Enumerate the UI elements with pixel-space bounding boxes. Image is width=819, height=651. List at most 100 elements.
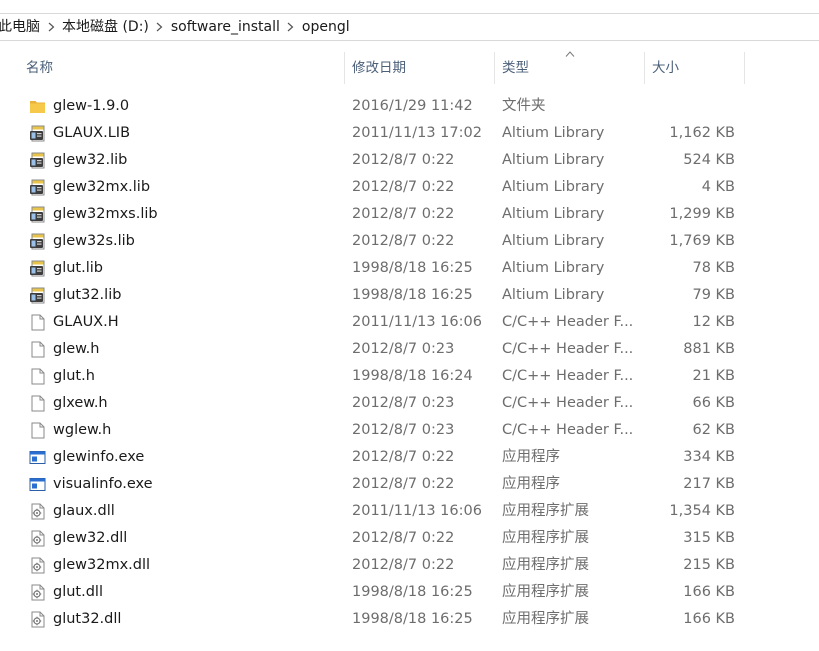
column-divider[interactable] — [744, 52, 745, 84]
file-name: glew-1.9.0 — [53, 98, 130, 114]
file-row[interactable]: glew32mx.dll 2012/8/7 0:22 应用程序扩展 215 KB — [0, 552, 819, 579]
file-type: 文件夹 — [502, 98, 546, 114]
file-size: 66 KB — [692, 395, 735, 411]
application-icon — [29, 476, 46, 493]
column-header-name[interactable]: 名称 — [18, 52, 344, 84]
file-size: 166 KB — [683, 611, 735, 627]
file-date: 1998/8/18 16:24 — [352, 368, 473, 384]
file-type: C/C++ Header F... — [502, 422, 634, 438]
header-file-icon — [29, 395, 46, 412]
file-row[interactable]: glew32mxs.lib 2012/8/7 0:22 Altium Libra… — [0, 201, 819, 228]
breadcrumb-this-pc[interactable]: 此电脑 — [0, 14, 43, 40]
file-name: glut32.dll — [53, 611, 122, 627]
file-row[interactable]: GLAUX.H 2011/11/13 16:06 C/C++ Header F.… — [0, 309, 819, 336]
library-icon — [29, 233, 46, 250]
file-size: 21 KB — [692, 368, 735, 384]
file-type: Altium Library — [502, 179, 605, 195]
file-date: 2016/1/29 11:42 — [352, 98, 473, 114]
chevron-right-icon[interactable] — [43, 14, 59, 40]
file-date: 2011/11/13 17:02 — [352, 125, 482, 141]
file-row[interactable]: glut32.dll 1998/8/18 16:25 应用程序扩展 166 KB — [0, 606, 819, 633]
file-row[interactable]: glew32.dll 2012/8/7 0:22 应用程序扩展 315 KB — [0, 525, 819, 552]
file-name: glewinfo.exe — [53, 449, 145, 465]
file-type: C/C++ Header F... — [502, 314, 634, 330]
folder-icon — [29, 98, 46, 115]
file-row[interactable]: visualinfo.exe 2012/8/7 0:22 应用程序 217 KB — [0, 471, 819, 498]
file-type: C/C++ Header F... — [502, 341, 634, 357]
file-row[interactable]: glxew.h 2012/8/7 0:23 C/C++ Header F... … — [0, 390, 819, 417]
column-header-size[interactable]: 大小 — [644, 52, 744, 84]
file-type: Altium Library — [502, 152, 605, 168]
file-row[interactable]: glut.lib 1998/8/18 16:25 Altium Library … — [0, 255, 819, 282]
file-type: Altium Library — [502, 125, 605, 141]
file-type: 应用程序 — [502, 449, 560, 465]
file-type: 应用程序 — [502, 476, 560, 492]
library-icon — [29, 206, 46, 223]
file-size: 1,162 KB — [669, 125, 735, 141]
address-bar[interactable]: 此电脑 本地磁盘 (D:) software_install opengl — [0, 13, 819, 41]
file-row[interactable]: glut32.lib 1998/8/18 16:25 Altium Librar… — [0, 282, 819, 309]
file-size: 217 KB — [683, 476, 735, 492]
file-name: GLAUX.H — [53, 314, 119, 330]
file-date: 2012/8/7 0:22 — [352, 152, 455, 168]
file-row[interactable]: glut.dll 1998/8/18 16:25 应用程序扩展 166 KB — [0, 579, 819, 606]
file-size: 1,299 KB — [669, 206, 735, 222]
file-size: 78 KB — [692, 260, 735, 276]
file-date: 1998/8/18 16:25 — [352, 287, 473, 303]
file-row[interactable]: glew-1.9.0 2016/1/29 11:42 文件夹 — [0, 93, 819, 120]
file-row[interactable]: glew32.lib 2012/8/7 0:22 Altium Library … — [0, 147, 819, 174]
chevron-right-icon[interactable] — [152, 14, 168, 40]
file-date: 1998/8/18 16:25 — [352, 611, 473, 627]
file-type: Altium Library — [502, 287, 605, 303]
file-date: 2011/11/13 16:06 — [352, 314, 482, 330]
file-row[interactable]: wglew.h 2012/8/7 0:23 C/C++ Header F... … — [0, 417, 819, 444]
file-date: 2012/8/7 0:22 — [352, 449, 455, 465]
file-name: glew32s.lib — [53, 233, 135, 249]
file-date: 2011/11/13 16:06 — [352, 503, 482, 519]
file-date: 2012/8/7 0:22 — [352, 476, 455, 492]
file-name: glut.h — [53, 368, 95, 384]
file-row[interactable]: GLAUX.LIB 2011/11/13 17:02 Altium Librar… — [0, 120, 819, 147]
library-icon — [29, 287, 46, 304]
file-name: glut.dll — [53, 584, 103, 600]
file-type: C/C++ Header F... — [502, 395, 634, 411]
header-file-icon — [29, 314, 46, 331]
file-date: 1998/8/18 16:25 — [352, 584, 473, 600]
file-row[interactable]: glewinfo.exe 2012/8/7 0:22 应用程序 334 KB — [0, 444, 819, 471]
file-size: 79 KB — [692, 287, 735, 303]
dll-icon — [29, 530, 46, 547]
file-name: glew.h — [53, 341, 100, 357]
file-size: 1,354 KB — [669, 503, 735, 519]
file-row[interactable]: glut.h 1998/8/18 16:24 C/C++ Header F...… — [0, 363, 819, 390]
application-icon — [29, 449, 46, 466]
library-icon — [29, 179, 46, 196]
file-size: 1,769 KB — [669, 233, 735, 249]
file-row[interactable]: glew32mx.lib 2012/8/7 0:22 Altium Librar… — [0, 174, 819, 201]
file-type: 应用程序扩展 — [502, 611, 589, 627]
breadcrumb-local-disk[interactable]: 本地磁盘 (D:) — [59, 14, 152, 40]
file-type: C/C++ Header F... — [502, 368, 634, 384]
chevron-right-icon[interactable] — [283, 14, 299, 40]
file-list: glew-1.9.0 2016/1/29 11:42 文件夹 GLAUX.LIB… — [0, 93, 819, 633]
file-row[interactable]: glew32s.lib 2012/8/7 0:22 Altium Library… — [0, 228, 819, 255]
file-size: 12 KB — [692, 314, 735, 330]
file-date: 1998/8/18 16:25 — [352, 260, 473, 276]
file-type: 应用程序扩展 — [502, 530, 589, 546]
file-row[interactable]: glew.h 2012/8/7 0:23 C/C++ Header F... 8… — [0, 336, 819, 363]
header-file-icon — [29, 341, 46, 358]
sort-ascending-icon — [565, 51, 575, 57]
header-file-icon — [29, 422, 46, 439]
column-header-date[interactable]: 修改日期 — [344, 52, 494, 84]
file-size: 334 KB — [683, 449, 735, 465]
dll-icon — [29, 503, 46, 520]
breadcrumb-software-install[interactable]: software_install — [168, 14, 283, 40]
file-size: 215 KB — [683, 557, 735, 573]
breadcrumb-opengl[interactable]: opengl — [299, 14, 353, 40]
file-row[interactable]: glaux.dll 2011/11/13 16:06 应用程序扩展 1,354 … — [0, 498, 819, 525]
file-name: visualinfo.exe — [53, 476, 153, 492]
dll-icon — [29, 584, 46, 601]
file-name: glaux.dll — [53, 503, 115, 519]
file-name: glut32.lib — [53, 287, 122, 303]
file-date: 2012/8/7 0:23 — [352, 422, 455, 438]
file-size: 166 KB — [683, 584, 735, 600]
